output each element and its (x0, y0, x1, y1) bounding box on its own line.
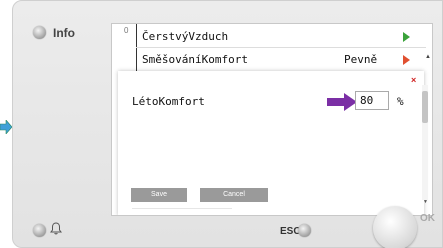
save-button[interactable]: Save (131, 188, 187, 202)
bell-icon (50, 222, 62, 235)
row-divider (136, 47, 426, 48)
edit-dialog: × LétoKomfort 80 % ▼ Save Cancel (118, 71, 428, 215)
pointer-arrow-icon (327, 93, 357, 111)
menu-row-mixing-value: Pevně (344, 53, 378, 66)
unit-label: % (397, 95, 404, 108)
scrollbar-thumb[interactable] (422, 91, 428, 123)
ok-label: OK (420, 213, 435, 224)
row-arrow-icon[interactable] (403, 55, 410, 65)
info-label: Info (53, 26, 75, 40)
menu-number: 0 (124, 26, 129, 35)
value-field[interactable]: 80 (355, 91, 389, 110)
device-panel: Info 0 ČerstvýVzduch SměšováníKomfort Pe… (12, 0, 443, 248)
ok-knob[interactable] (373, 206, 417, 248)
scroll-up-icon[interactable]: ▲ (425, 54, 431, 60)
close-icon[interactable]: × (411, 75, 416, 85)
left-nav-arrow-icon (0, 120, 12, 134)
row-arrow-icon[interactable] (403, 32, 410, 42)
parameter-label: LétoKomfort (132, 95, 205, 108)
menu-row-fresh-air[interactable]: ČerstvýVzduch (142, 30, 228, 43)
esc-button[interactable] (298, 224, 311, 237)
cancel-button[interactable]: Cancel (200, 188, 268, 202)
display-screen: 0 ČerstvýVzduch SměšováníKomfort Pevně ▲… (111, 23, 433, 216)
info-led[interactable] (33, 26, 46, 39)
menu-row-mixing-comfort[interactable]: SměšováníKomfort (142, 53, 248, 66)
scroll-down-icon[interactable]: ▼ (423, 199, 428, 205)
dialog-divider (132, 208, 232, 209)
alarm-led[interactable] (33, 224, 46, 237)
